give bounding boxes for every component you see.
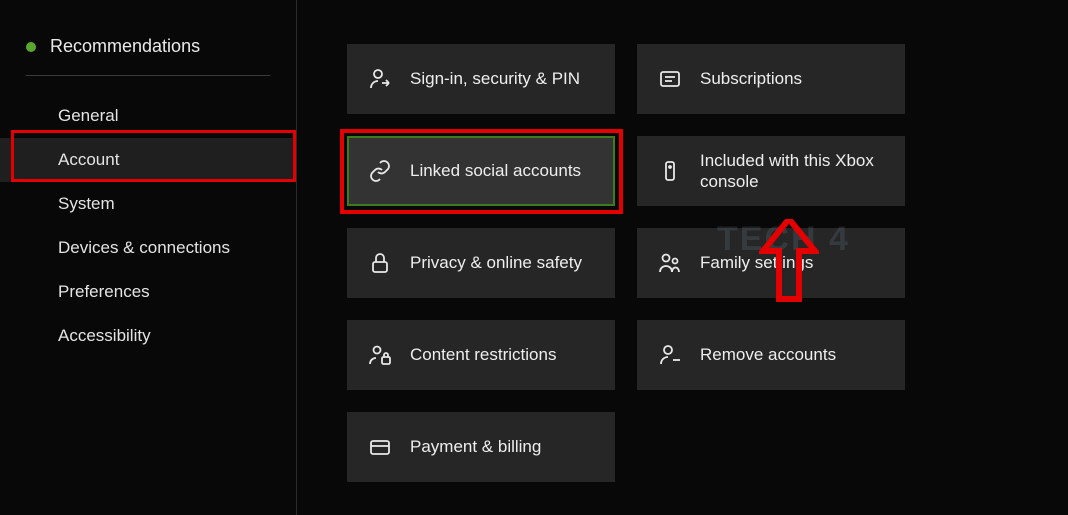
tile-row: Payment & billing bbox=[347, 412, 1068, 482]
settings-main-panel: TECH 4 Sign-in, security & PIN bbox=[297, 0, 1068, 515]
tile-label: Remove accounts bbox=[700, 344, 836, 365]
sidebar-title: Recommendations bbox=[50, 36, 200, 57]
tile-label: Included with this Xbox console bbox=[700, 150, 890, 193]
sidebar-header: Recommendations bbox=[0, 36, 296, 75]
tile-included-console[interactable]: Included with this Xbox console bbox=[637, 136, 905, 206]
sidebar-nav: General Account System Devices & connect… bbox=[0, 94, 296, 358]
tile-signin[interactable]: Sign-in, security & PIN bbox=[347, 44, 615, 114]
tile-row: Linked social accounts Included with thi… bbox=[347, 136, 1068, 206]
person-arrow-icon bbox=[367, 67, 393, 91]
sidebar-item-accessibility[interactable]: Accessibility bbox=[0, 314, 296, 358]
person-lock-icon bbox=[367, 343, 393, 367]
link-icon bbox=[367, 159, 393, 183]
settings-screen: Recommendations General Account System D… bbox=[0, 0, 1068, 515]
lock-icon bbox=[367, 251, 393, 275]
sidebar-item-devices[interactable]: Devices & connections bbox=[0, 226, 296, 270]
sidebar-item-general[interactable]: General bbox=[0, 94, 296, 138]
tile-row: Privacy & online safety Family settings bbox=[347, 228, 1068, 298]
tile-subscriptions[interactable]: Subscriptions bbox=[637, 44, 905, 114]
credit-card-icon bbox=[367, 435, 393, 459]
status-dot-icon bbox=[26, 42, 36, 52]
tile-label: Linked social accounts bbox=[410, 160, 581, 181]
sidebar-item-account[interactable]: Account bbox=[0, 138, 296, 182]
tile-payment[interactable]: Payment & billing bbox=[347, 412, 615, 482]
tile-content-restrictions[interactable]: Content restrictions bbox=[347, 320, 615, 390]
tile-label: Payment & billing bbox=[410, 436, 541, 457]
list-card-icon bbox=[657, 67, 683, 91]
tile-label: Family settings bbox=[700, 252, 813, 273]
tile-family[interactable]: Family settings bbox=[637, 228, 905, 298]
tile-row: Content restrictions Remove accounts bbox=[347, 320, 1068, 390]
tile-remove-accounts[interactable]: Remove accounts bbox=[637, 320, 905, 390]
sidebar-divider bbox=[26, 75, 270, 76]
tile-label: Sign-in, security & PIN bbox=[410, 68, 580, 89]
tile-row: Sign-in, security & PIN Subscriptions bbox=[347, 44, 1068, 114]
tile-label: Privacy & online safety bbox=[410, 252, 582, 273]
person-minus-icon bbox=[657, 343, 683, 367]
sidebar-item-system[interactable]: System bbox=[0, 182, 296, 226]
tile-linked-social[interactable]: Linked social accounts bbox=[347, 136, 615, 206]
tile-privacy[interactable]: Privacy & online safety bbox=[347, 228, 615, 298]
sidebar-item-preferences[interactable]: Preferences bbox=[0, 270, 296, 314]
tile-label: Subscriptions bbox=[700, 68, 802, 89]
tile-label: Content restrictions bbox=[410, 344, 556, 365]
console-icon bbox=[657, 159, 683, 183]
account-tile-grid: Sign-in, security & PIN Subscriptions bbox=[347, 44, 1068, 482]
settings-sidebar: Recommendations General Account System D… bbox=[0, 0, 297, 515]
family-icon bbox=[657, 251, 683, 275]
